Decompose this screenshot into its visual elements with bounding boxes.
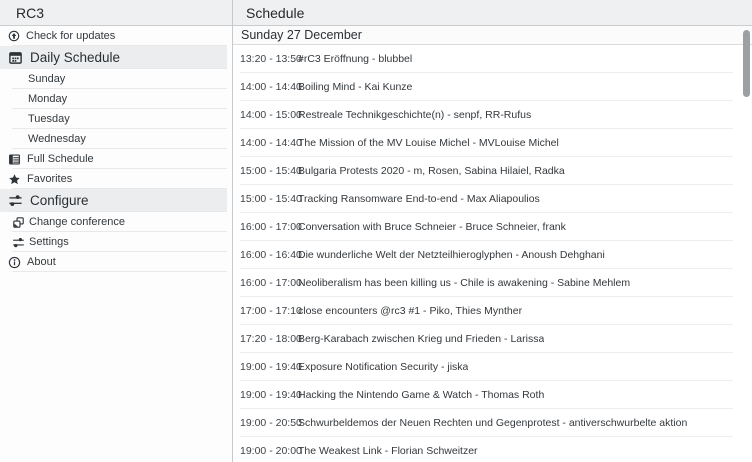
event-time: 19:00 - 20:50 (240, 417, 298, 429)
event-title: close encounters @rc3 #1 - Piko, Thies M… (298, 305, 522, 317)
event-title: Neoliberalism has been killing us - Chil… (298, 277, 630, 289)
swap-conference-icon (12, 216, 25, 229)
sidebar-item-monday[interactable]: Monday (0, 89, 227, 109)
event-row[interactable]: 14:00 - 15:00 Restreale Technikgeschicht… (233, 101, 752, 129)
sidebar-menu: Check for updates Daily Schedule Sunday … (0, 26, 232, 462)
page-title: Schedule (233, 0, 752, 26)
event-title: Berg-Karabach zwischen Krieg und Frieden… (298, 333, 544, 345)
event-row[interactable]: 17:00 - 17:10 close encounters @rc3 #1 -… (233, 297, 752, 325)
sidebar-item-sunday[interactable]: Sunday (0, 69, 227, 89)
event-list: 13:20 - 13:50 #rC3 Eröffnung - blubbel 1… (233, 45, 752, 462)
event-title: Bulgaria Protests 2020 - m, Rosen, Sabin… (298, 165, 565, 177)
event-time: 16:00 - 17:00 (240, 221, 298, 233)
sidebar-item-label: Wednesday (28, 133, 86, 145)
sidebar-item-configure[interactable]: Configure (0, 189, 227, 212)
event-time: 16:00 - 17:00 (240, 277, 298, 289)
event-row[interactable]: 13:20 - 13:50 #rC3 Eröffnung - blubbel (233, 45, 752, 73)
event-title: #rC3 Eröffnung - blubbel (298, 53, 412, 65)
sliders-icon (12, 236, 25, 249)
event-time: 14:00 - 14:40 (240, 81, 298, 93)
sidebar-item-check-for-updates[interactable]: Check for updates (0, 26, 227, 46)
event-title: Die wunderliche Welt der Netzteilhierogl… (298, 249, 605, 261)
sidebar-item-label: Tuesday (28, 113, 70, 125)
event-row[interactable]: 16:00 - 17:00 Neoliberalism has been kil… (233, 269, 752, 297)
event-title: Hacking the Nintendo Game & Watch - Thom… (298, 389, 544, 401)
sidebar-item-full-schedule[interactable]: Full Schedule (0, 149, 227, 169)
info-icon (8, 256, 21, 269)
date-section-header: Sunday 27 December (233, 26, 752, 45)
sidebar-item-label: Settings (29, 236, 69, 248)
vertical-scrollbar-thumb[interactable] (743, 30, 750, 97)
sidebar-item-about[interactable]: About (0, 252, 227, 272)
event-row[interactable]: 17:20 - 18:00 Berg-Karabach zwischen Kri… (233, 325, 752, 353)
event-row[interactable]: 15:00 - 15:40 Bulgaria Protests 2020 - m… (233, 157, 752, 185)
sidebar-item-settings[interactable]: Settings (0, 232, 227, 252)
event-title: Boiling Mind - Kai Kunze (298, 81, 412, 93)
event-time: 13:20 - 13:50 (240, 53, 298, 65)
sidebar-item-favorites[interactable]: Favorites (0, 169, 227, 189)
event-row[interactable]: 16:00 - 17:00 Conversation with Bruce Sc… (233, 213, 752, 241)
event-time: 15:00 - 15:40 (240, 193, 298, 205)
sidebar-item-label: Full Schedule (27, 153, 94, 165)
event-title: Schwurbeldemos der Neuen Rechten und Geg… (298, 417, 687, 429)
sidebar-item-label: Check for updates (26, 30, 115, 42)
event-title: Restreale Technikgeschichte(n) - senpf, … (298, 109, 531, 121)
event-time: 16:00 - 16:40 (240, 249, 298, 261)
event-row[interactable]: 14:00 - 14:40 Boiling Mind - Kai Kunze (233, 73, 752, 101)
sidebar-item-label: About (27, 256, 56, 268)
event-row[interactable]: 19:00 - 20:00 The Weakest Link - Florian… (233, 437, 752, 462)
event-row[interactable]: 15:00 - 15:40 Tracking Ransomware End-to… (233, 185, 752, 213)
event-row[interactable]: 19:00 - 20:50 Schwurbeldemos der Neuen R… (233, 409, 752, 437)
event-row[interactable]: 19:00 - 19:40 Exposure Notification Secu… (233, 353, 752, 381)
event-title: Conversation with Bruce Schneier - Bruce… (298, 221, 566, 233)
event-time: 14:00 - 15:00 (240, 109, 298, 121)
event-title: The Mission of the MV Louise Michel - MV… (298, 137, 559, 149)
sidebar-item-label: Change conference (29, 216, 125, 228)
sidebar-item-label: Favorites (27, 173, 72, 185)
update-icon (8, 30, 20, 42)
event-row[interactable]: 19:00 - 19:40 Hacking the Nintendo Game … (233, 381, 752, 409)
sidebar-item-label: Daily Schedule (30, 50, 120, 65)
event-row[interactable]: 16:00 - 16:40 Die wunderliche Welt der N… (233, 241, 752, 269)
event-row[interactable]: 14:00 - 14:40 The Mission of the MV Loui… (233, 129, 752, 157)
sidebar-item-label: Configure (30, 193, 89, 208)
event-title: Exposure Notification Security - jiska (298, 361, 468, 373)
event-title: The Weakest Link - Florian Schweitzer (298, 445, 478, 457)
sidebar-title: RC3 (0, 0, 232, 26)
event-time: 14:00 - 14:40 (240, 137, 298, 149)
timetable-icon (8, 153, 21, 166)
sidebar-item-wednesday[interactable]: Wednesday (0, 129, 227, 149)
app-window: RC3 Check for updates Daily Schedule Sun… (0, 0, 752, 462)
sliders-icon (8, 193, 23, 208)
sidebar-item-label: Monday (28, 93, 67, 105)
sidebar-item-label: Sunday (28, 73, 65, 85)
event-time: 19:00 - 19:40 (240, 389, 298, 401)
main-pane: Schedule Sunday 27 December 13:20 - 13:5… (233, 0, 752, 462)
sidebar-item-tuesday[interactable]: Tuesday (0, 109, 227, 129)
event-time: 17:20 - 18:00 (240, 333, 298, 345)
event-title: Tracking Ransomware End-to-end - Max Ali… (298, 193, 540, 205)
sidebar-item-change-conference[interactable]: Change conference (0, 212, 227, 232)
event-time: 19:00 - 20:00 (240, 445, 298, 457)
event-time: 15:00 - 15:40 (240, 165, 298, 177)
sidebar-item-daily-schedule[interactable]: Daily Schedule (0, 46, 227, 69)
event-time: 17:00 - 17:10 (240, 305, 298, 317)
event-time: 19:00 - 19:40 (240, 361, 298, 373)
star-icon (8, 173, 21, 186)
sidebar: RC3 Check for updates Daily Schedule Sun… (0, 0, 233, 462)
calendar-icon (8, 50, 23, 65)
